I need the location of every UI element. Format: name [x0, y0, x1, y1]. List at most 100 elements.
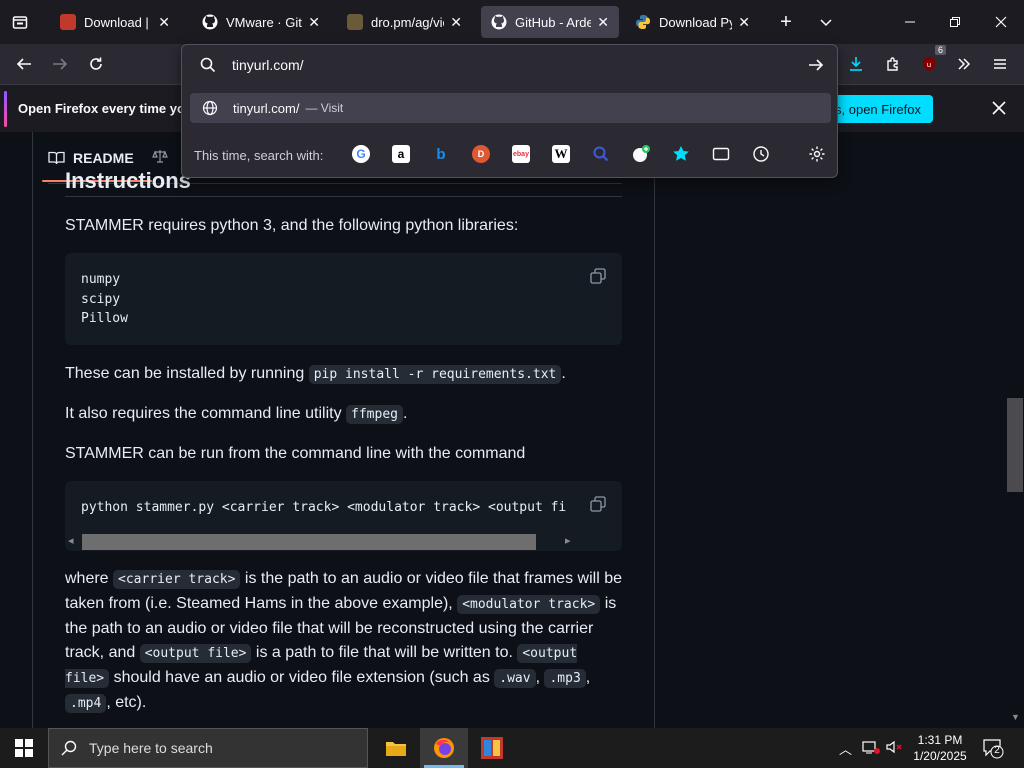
- scale-icon: [152, 150, 168, 163]
- extensions-button[interactable]: [879, 50, 907, 78]
- google-icon[interactable]: G: [352, 145, 370, 163]
- start-button[interactable]: [0, 728, 48, 768]
- restore-button[interactable]: [941, 8, 969, 36]
- readme-tab-label: README: [73, 150, 134, 166]
- arguments-paragraph: where <carrier track> is the path to an …: [65, 567, 625, 716]
- reload-icon: [90, 57, 102, 70]
- text: ,: [585, 669, 591, 686]
- menu-button[interactable]: [986, 50, 1014, 78]
- tab-close-icon[interactable]: ✕: [597, 14, 609, 31]
- clock[interactable]: 1:31 PM 1/20/2025: [908, 732, 972, 764]
- puzzle-icon: [887, 57, 898, 71]
- notification-icon: [983, 739, 1004, 759]
- ebay-icon[interactable]: ebay: [512, 145, 530, 163]
- page-icon: [347, 14, 363, 30]
- notification-accent: [4, 91, 7, 127]
- volume-muted-icon[interactable]: [885, 739, 903, 760]
- page-scrollbar[interactable]: ▼: [1006, 132, 1024, 728]
- notification-count: 2: [994, 745, 1000, 756]
- forward-button[interactable]: [46, 50, 74, 78]
- tab-title: Download Pyth: [659, 14, 732, 30]
- more-tools-button[interactable]: [950, 50, 978, 78]
- hamburger-icon: [994, 59, 1006, 69]
- url-input[interactable]: tinyurl.com/: [232, 57, 304, 73]
- scroll-left-icon[interactable]: ◂: [68, 534, 74, 547]
- url-suggestion[interactable]: tinyurl.com/ — Visit: [190, 93, 831, 123]
- scroll-right-icon[interactable]: ▸: [565, 534, 571, 547]
- new-tab-button[interactable]: +: [772, 8, 800, 36]
- bookmark-star-icon[interactable]: [672, 145, 690, 163]
- tab-close-icon[interactable]: ✕: [308, 14, 320, 31]
- firefox-view-icon: [12, 16, 28, 29]
- close-window-button[interactable]: [987, 8, 1015, 36]
- history-clock-icon[interactable]: [752, 145, 770, 163]
- network-icon[interactable]: [862, 739, 880, 760]
- python-icon: [635, 14, 651, 30]
- restore-icon: [950, 17, 960, 27]
- back-button[interactable]: [10, 50, 38, 78]
- copy-button[interactable]: [590, 496, 606, 512]
- tab-license[interactable]: [152, 148, 168, 169]
- download-icon: [850, 57, 862, 71]
- scroll-down-icon[interactable]: ▼: [1011, 712, 1020, 722]
- firefox-view-button[interactable]: [6, 8, 34, 36]
- content-border-right: [654, 132, 655, 728]
- firefox-taskbar-button[interactable]: [420, 728, 468, 768]
- libraries-code: numpy scipy Pillow: [81, 272, 128, 326]
- extension-badge: 6: [934, 45, 946, 55]
- copy-button[interactable]: [590, 268, 606, 284]
- add-engine-icon[interactable]: [632, 145, 650, 163]
- tabs-search-icon[interactable]: [712, 145, 730, 163]
- tab-close-icon[interactable]: ✕: [450, 14, 462, 31]
- downloads-button[interactable]: [842, 50, 870, 78]
- copy-icon: [590, 496, 606, 512]
- reload-button[interactable]: [82, 50, 110, 78]
- tab-title: dro.pm/ag/view: [371, 14, 444, 30]
- tab-readme[interactable]: README: [48, 148, 134, 168]
- search-with-label: This time, search with:: [194, 148, 324, 163]
- amazon-icon[interactable]: a: [392, 145, 410, 163]
- inline-code: <carrier track>: [113, 570, 241, 589]
- duckduckgo-icon[interactable]: D: [472, 145, 490, 163]
- go-arrow-icon[interactable]: [808, 57, 824, 73]
- arrow-left-icon: [16, 58, 31, 70]
- folder-icon: [386, 742, 406, 756]
- tab-download-minitool[interactable]: Download | Min ✕: [50, 6, 180, 38]
- requirements-paragraph: STAMMER requires python 3, and the follo…: [65, 217, 519, 234]
- tab-download-python[interactable]: Download Pyth ✕: [625, 6, 760, 38]
- search-settings-gear-icon[interactable]: [808, 145, 826, 163]
- tab-github-arden[interactable]: GitHub - Arden ✕: [481, 6, 619, 38]
- tab-close-icon[interactable]: ✕: [738, 14, 750, 31]
- tab-strip: Download | Min ✕ VMware · GitHub ✕ dro.p…: [0, 0, 1024, 44]
- app-taskbar-button[interactable]: [470, 728, 514, 768]
- chevron-down-icon: [820, 19, 832, 27]
- tab-dro-pm[interactable]: dro.pm/ag/view ✕: [337, 6, 472, 38]
- taskbar-search-box[interactable]: Type here to search: [48, 728, 368, 768]
- libraries-code-block: numpy scipy Pillow: [65, 253, 622, 345]
- wikipedia-icon[interactable]: W: [552, 145, 570, 163]
- svg-text:u: u: [927, 61, 931, 69]
- minimize-icon: [905, 21, 915, 23]
- action-center-button[interactable]: 2: [982, 737, 1004, 764]
- tray-overflow-chevron-icon[interactable]: ︿: [839, 739, 852, 758]
- tab-vmware-github[interactable]: VMware · GitHub ✕: [192, 6, 330, 38]
- install-text-end: .: [561, 365, 566, 382]
- tab-close-icon[interactable]: ✕: [158, 14, 170, 31]
- bing-icon[interactable]: b: [432, 145, 450, 163]
- minitool-icon: [60, 14, 76, 30]
- arrow-right-icon: [53, 58, 68, 70]
- scrollbar-thumb[interactable]: [82, 534, 536, 550]
- code-horizontal-scrollbar[interactable]: ◂ ▸: [65, 533, 622, 551]
- page-scrollbar-thumb[interactable]: [1007, 398, 1023, 492]
- notification-close-button[interactable]: [988, 97, 1010, 119]
- inline-code: .wav: [494, 669, 536, 688]
- ublock-icon: u: [923, 57, 935, 71]
- bookmarks-search-icon[interactable]: [592, 145, 610, 163]
- ublock-button[interactable]: u 6: [915, 45, 946, 78]
- file-explorer-button[interactable]: [376, 728, 416, 768]
- github-icon: [491, 14, 507, 30]
- list-all-tabs-button[interactable]: [812, 8, 840, 36]
- minimize-button[interactable]: [896, 8, 924, 36]
- usage-paragraph: STAMMER can be run from the command line…: [65, 445, 526, 462]
- url-bar[interactable]: tinyurl.com/: [182, 45, 837, 85]
